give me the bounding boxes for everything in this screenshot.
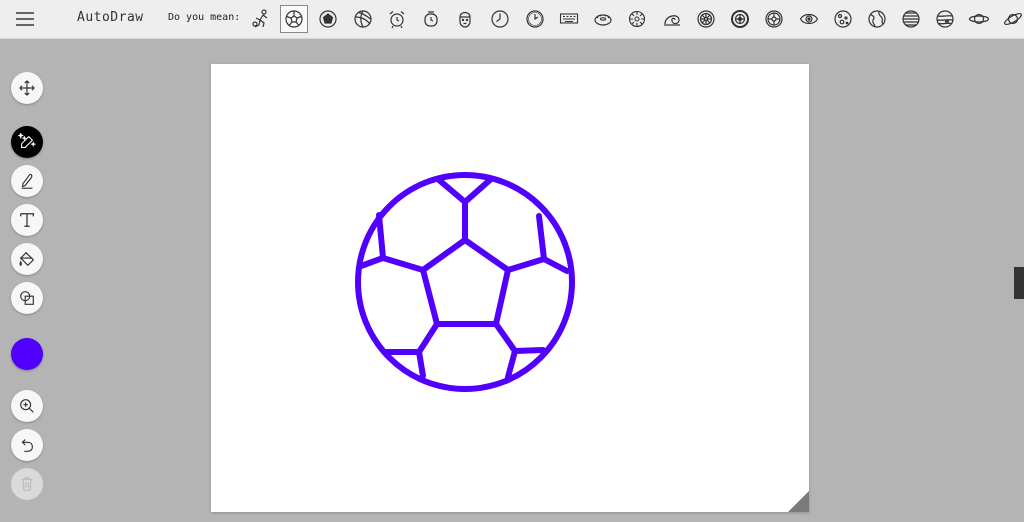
trash-icon (21, 477, 33, 491)
alarm-clock-icon[interactable] (384, 6, 410, 32)
tire-icon[interactable] (727, 6, 753, 32)
moon-icon[interactable] (830, 6, 856, 32)
undo-tool-button[interactable] (11, 429, 43, 461)
wall-clock-icon[interactable] (487, 6, 513, 32)
autodraw-tool-button[interactable] (11, 126, 43, 158)
soccer-ball-alt-icon[interactable] (315, 6, 341, 32)
alarm-clock-alt-icon[interactable] (418, 6, 444, 32)
donut-icon[interactable] (590, 6, 616, 32)
suggestion-prompt: Do you mean: (168, 12, 241, 23)
face-icon[interactable] (452, 6, 478, 32)
soccer-player-icon[interactable] (248, 6, 274, 32)
striped-planet-icon[interactable] (898, 6, 924, 32)
eye-icon[interactable] (796, 6, 822, 32)
volleyball-icon[interactable] (350, 6, 376, 32)
drawing-canvas[interactable] (211, 64, 809, 512)
wheel-rim-icon[interactable] (761, 6, 787, 32)
paint-bucket-icon (19, 251, 35, 267)
zoom-tool-button[interactable] (11, 390, 43, 422)
scrollbar-thumb[interactable] (1014, 267, 1024, 299)
earth-globe-icon[interactable] (864, 6, 890, 32)
snail-shell-icon[interactable] (659, 6, 685, 32)
type-tool-button[interactable] (11, 204, 43, 236)
magic-pen-icon (18, 133, 36, 148)
top-bar: AutoDraw Do you mean: (0, 0, 1024, 39)
page-size-handle[interactable] (788, 491, 809, 512)
saturn-icon[interactable] (1000, 6, 1024, 32)
shape-tool-button[interactable] (11, 282, 43, 314)
keyboard-icon[interactable] (556, 6, 582, 32)
soccer-ball-drawing[interactable] (353, 170, 577, 394)
app-title: AutoDraw (77, 10, 144, 25)
pen-icon (21, 173, 33, 189)
text-icon (20, 213, 34, 227)
jupiter-icon[interactable] (932, 6, 958, 32)
delete-tool-button[interactable] (11, 468, 43, 500)
undo-icon (21, 439, 33, 452)
sand-dollar-icon[interactable] (624, 6, 650, 32)
menu-icon[interactable] (14, 9, 38, 29)
move-arrows-icon (19, 80, 35, 96)
fill-tool-button[interactable] (11, 243, 43, 275)
move-tool-button[interactable] (11, 72, 43, 104)
shapes-icon (20, 291, 34, 305)
draw-tool-button[interactable] (11, 165, 43, 197)
color-picker-swatch[interactable] (11, 338, 43, 370)
clock-icon[interactable] (522, 6, 548, 32)
wheel-icon[interactable] (693, 6, 719, 32)
ringed-planet-icon[interactable] (966, 6, 992, 32)
zoom-in-icon (20, 399, 34, 413)
soccer-ball-icon[interactable] (280, 5, 308, 33)
